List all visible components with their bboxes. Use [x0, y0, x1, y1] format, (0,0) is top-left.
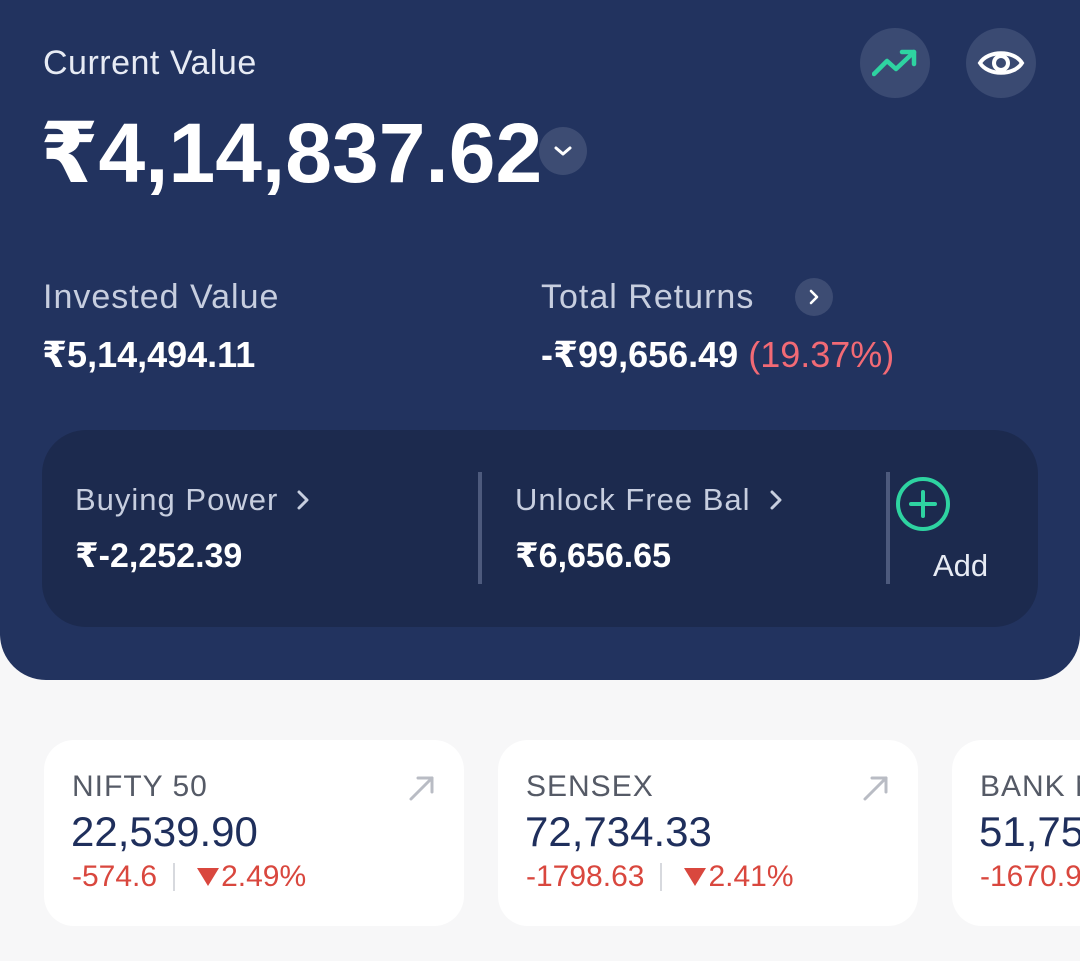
total-returns-details-button[interactable]: [795, 278, 833, 316]
index-value: 51,75: [979, 808, 1080, 855]
plus-circle-icon[interactable]: [895, 476, 951, 532]
divider: [173, 863, 176, 891]
chevron-right-icon: [809, 289, 819, 305]
divider: [886, 472, 890, 584]
total-returns-label: Total Returns: [541, 278, 755, 316]
current-value-label: Current Value: [43, 44, 257, 82]
trending-up-icon: [872, 49, 917, 77]
invested-value-label: Invested Value: [43, 278, 280, 316]
index-change-points: -1798.63: [526, 860, 645, 893]
total-returns-value: -₹99,656.49: [541, 334, 739, 375]
invested-value-amount: ₹5,14,494.11: [42, 334, 256, 375]
portfolio-summary-panel: Current Value ₹4,14,837.62 Invested Valu…: [0, 0, 1080, 680]
index-change-percent: 2.49%: [197, 860, 306, 894]
eye-icon: [977, 51, 1025, 75]
index-change: -1798.63 2.41%: [526, 860, 794, 894]
buying-power-label: Buying Power: [75, 482, 279, 517]
buying-power-link[interactable]: Buying Power: [75, 482, 310, 518]
current-value-amount: ₹4,14,837.62: [40, 106, 543, 200]
unlock-free-bal-link[interactable]: Unlock Free Bal: [515, 482, 783, 518]
index-change-points: -1670.9: [980, 860, 1080, 893]
index-change-percent: 2.41%: [684, 860, 794, 894]
index-change-points: -574.6: [72, 860, 158, 893]
index-change: -1670.9: [980, 860, 1080, 894]
chevron-right-icon: [770, 490, 782, 510]
index-change-percent-value: 2.49%: [221, 860, 307, 893]
index-value: 22,539.90: [71, 808, 258, 855]
index-change: -574.6 2.49%: [72, 860, 306, 894]
chevron-down-icon: [554, 146, 572, 156]
funds-card: Buying Power ₹-2,252.39 Unlock Free Bal …: [42, 430, 1038, 627]
index-card-nifty[interactable]: NIFTY 50 22,539.90 -574.6 2.49%: [44, 740, 464, 926]
add-funds-label[interactable]: Add: [933, 548, 988, 584]
unlock-free-bal-value: ₹6,656.65: [515, 537, 672, 575]
total-returns-percent: (19.37%): [748, 334, 895, 375]
index-name: BANK NIFTY: [980, 770, 1080, 803]
total-returns-amount: -₹99,656.49 (19.37%): [541, 334, 894, 376]
buying-power-value: ₹-2,252.39: [75, 537, 243, 575]
index-card-banknifty[interactable]: BANK NIFTY 51,75 -1670.9: [952, 740, 1080, 926]
expand-value-button[interactable]: [539, 127, 587, 175]
toggle-visibility-button[interactable]: [966, 28, 1036, 98]
trend-button[interactable]: [860, 28, 930, 98]
index-name: NIFTY 50: [72, 770, 208, 803]
down-triangle-icon: [684, 868, 707, 886]
index-value: 72,734.33: [525, 808, 712, 855]
down-triangle-icon: [197, 868, 220, 886]
index-name: SENSEX: [526, 770, 654, 803]
arrow-up-right-icon: [863, 776, 888, 801]
divider: [478, 472, 482, 584]
chevron-right-icon: [297, 490, 309, 510]
index-card-sensex[interactable]: SENSEX 72,734.33 -1798.63 2.41%: [498, 740, 918, 926]
index-change-percent-value: 2.41%: [708, 860, 794, 893]
unlock-free-bal-label: Unlock Free Bal: [515, 482, 751, 517]
divider: [660, 863, 663, 891]
arrow-up-right-icon: [409, 776, 434, 801]
